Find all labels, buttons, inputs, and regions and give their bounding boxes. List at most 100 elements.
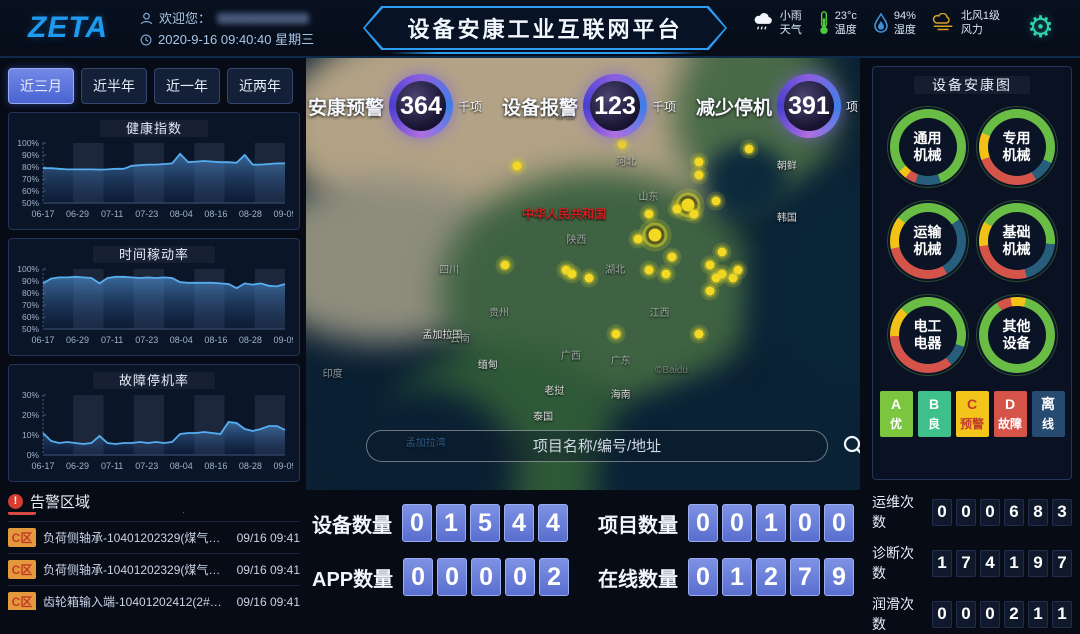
digit-box: 2 — [539, 558, 569, 596]
map-label: 河北 — [616, 153, 636, 168]
map-marker-20[interactable] — [584, 274, 593, 283]
gauge-1: 专用机械 — [979, 109, 1055, 185]
filter-button-0[interactable]: 近三月 — [8, 68, 74, 104]
alert-row-2[interactable]: C区负荷侧轴承-10401202329(煤气引风机电...09/16 09:41 — [8, 554, 300, 586]
weather-strip: 小雨天气 23°c温度 94%湿度 北风1级风力 — [753, 9, 1000, 37]
counter-diagnosis: 诊断次数174197 — [872, 543, 1072, 583]
weather-label: 温度 — [835, 23, 857, 37]
map-label: 四川 — [439, 261, 459, 276]
settings-gear-icon[interactable]: ⚙ — [1027, 10, 1054, 46]
svg-text:06-29: 06-29 — [66, 335, 89, 345]
map-marker-11[interactable] — [717, 248, 726, 257]
map-marker-14[interactable] — [728, 274, 737, 283]
alert-text: 负荷侧轴承-10401202329(煤 气引风机电... — [43, 512, 230, 514]
legend-cell-2: C预警 — [956, 391, 989, 437]
alert-zone-badge: C区 — [8, 592, 36, 610]
digit-box: 1 — [932, 550, 952, 577]
filter-button-1[interactable]: 近半年 — [81, 68, 147, 104]
svg-text:08-16: 08-16 — [204, 209, 227, 219]
svg-text:60%: 60% — [22, 312, 39, 322]
counter-maintenance: 运维次数000683 — [872, 492, 1072, 532]
weather-item-humidity: 94%湿度 — [873, 9, 916, 37]
svg-text:70%: 70% — [22, 174, 39, 184]
datetime: 2020-9-16 09:40:40 星期三 — [158, 29, 314, 50]
counter-projects: 项目数量 00100 — [598, 504, 854, 542]
search-input[interactable] — [366, 430, 828, 462]
map-marker-22[interactable] — [662, 270, 671, 279]
svg-text:06-29: 06-29 — [66, 209, 89, 219]
digit-box: 6 — [1004, 499, 1024, 526]
map-label: 云南 — [450, 330, 470, 345]
digit-boxes: 000211 — [932, 601, 1072, 628]
map-marker-0[interactable] — [512, 162, 521, 171]
map-marker-3[interactable] — [695, 170, 704, 179]
svg-text:07-11: 07-11 — [101, 209, 123, 219]
gauge-2: 运输机械 — [890, 203, 966, 279]
map-marker-12[interactable] — [706, 261, 715, 270]
svg-text:08-28: 08-28 — [239, 461, 262, 471]
map-label: 韩国 — [777, 209, 797, 224]
digit-boxes: 000683 — [932, 499, 1072, 526]
alert-row-1[interactable]: C区负荷侧轴承-10401202329(煤气引风机电...09/16 09:41 — [8, 522, 300, 554]
digit-boxes: 00100 — [688, 504, 854, 542]
map-marker-9[interactable] — [689, 209, 698, 218]
map-marker-19[interactable] — [567, 270, 576, 279]
map-marker-27[interactable] — [501, 261, 510, 270]
map-marker-21[interactable] — [645, 265, 654, 274]
map-marker-5[interactable] — [645, 209, 654, 218]
map-marker-16[interactable] — [706, 287, 715, 296]
map-label: 缅甸 — [478, 356, 498, 371]
filter-button-3[interactable]: 近两年 — [227, 68, 293, 104]
bottom-counters: 设备数量01544 项目数量00100 APP数量00002 在线数量01279 — [306, 492, 860, 608]
digit-box: 0 — [932, 499, 952, 526]
map-marker-8[interactable] — [673, 205, 682, 214]
digit-box: 1 — [756, 504, 786, 542]
alert-time: 09/16 09:41 — [237, 531, 300, 545]
alert-text: 负荷侧轴承-10401202329(煤气引风机电... — [43, 561, 230, 578]
kpi-value: 391 — [777, 74, 841, 138]
chart-card-1: 时间稼动率50%60%70%80%90%100%06-1706-2907-110… — [8, 238, 300, 356]
map-label: 海南 — [611, 386, 631, 401]
welcome-label: 欢迎您： — [159, 8, 211, 29]
kpi-unit: 千项 — [652, 98, 676, 115]
digit-box: 2 — [756, 558, 786, 596]
alert-text: 齿轮箱输入端-10401202412(2#（2V）... — [43, 593, 230, 610]
alert-area-title: 告警区域 — [30, 491, 90, 512]
map-marker-2[interactable] — [695, 157, 704, 166]
weather-item-wind: 北风1级风力 — [932, 9, 1000, 37]
health-legend: A优B良C预警D故障离线 — [873, 391, 1071, 437]
chart-card-2: 故障停机率0%10%20%30%06-1706-2907-1107-2308-0… — [8, 364, 300, 482]
map-label: 陕西 — [566, 231, 586, 246]
header: ZETA 欢迎您： 2020-9-16 09:40:40 星期三 设备安康工业互… — [0, 0, 1080, 58]
svg-text:09-09: 09-09 — [273, 335, 293, 345]
counter-online: 在线数量01279 — [598, 558, 854, 596]
digit-group-label: APP数量 — [312, 563, 393, 592]
digit-group-label: 项目数量 — [598, 509, 678, 538]
map-label: 江西 — [649, 304, 669, 319]
alert-row-0[interactable]: B区负荷侧轴承-10401202329(煤 气引风机电...09/16 09:4… — [8, 512, 300, 522]
search-icon[interactable] — [842, 434, 860, 458]
map-marker-23[interactable] — [612, 330, 621, 339]
digit-box: 9 — [824, 558, 854, 596]
weather-label: 湿度 — [894, 23, 916, 37]
alert-warning-icon: ! — [8, 494, 23, 509]
map-label: 中华人民共和国 — [522, 205, 606, 222]
legend-cell-1: B良 — [918, 391, 951, 437]
svg-text:07-23: 07-23 — [135, 461, 158, 471]
map-marker-10[interactable] — [649, 229, 662, 242]
map-marker-26[interactable] — [667, 252, 676, 261]
filter-button-2[interactable]: 近一年 — [154, 68, 220, 104]
map-marker-25[interactable] — [634, 235, 643, 244]
map-marker-15[interactable] — [711, 274, 720, 283]
map-label: 贵州 — [489, 304, 509, 319]
map-marker-24[interactable] — [695, 330, 704, 339]
svg-text:07-11: 07-11 — [101, 335, 123, 345]
alert-row-3[interactable]: C区齿轮箱输入端-10401202412(2#（2V）...09/16 09:4… — [8, 586, 300, 610]
map-label: ©Baidu — [655, 365, 688, 376]
map-marker-7[interactable] — [711, 196, 720, 205]
rain-cloud-icon — [753, 13, 775, 33]
digit-box: 7 — [790, 558, 820, 596]
digit-box: 0 — [402, 504, 432, 542]
map-marker-17[interactable] — [734, 265, 743, 274]
gauge-grid: 通用机械专用机械运输机械基础机械电工电器其他设备 — [873, 95, 1071, 383]
